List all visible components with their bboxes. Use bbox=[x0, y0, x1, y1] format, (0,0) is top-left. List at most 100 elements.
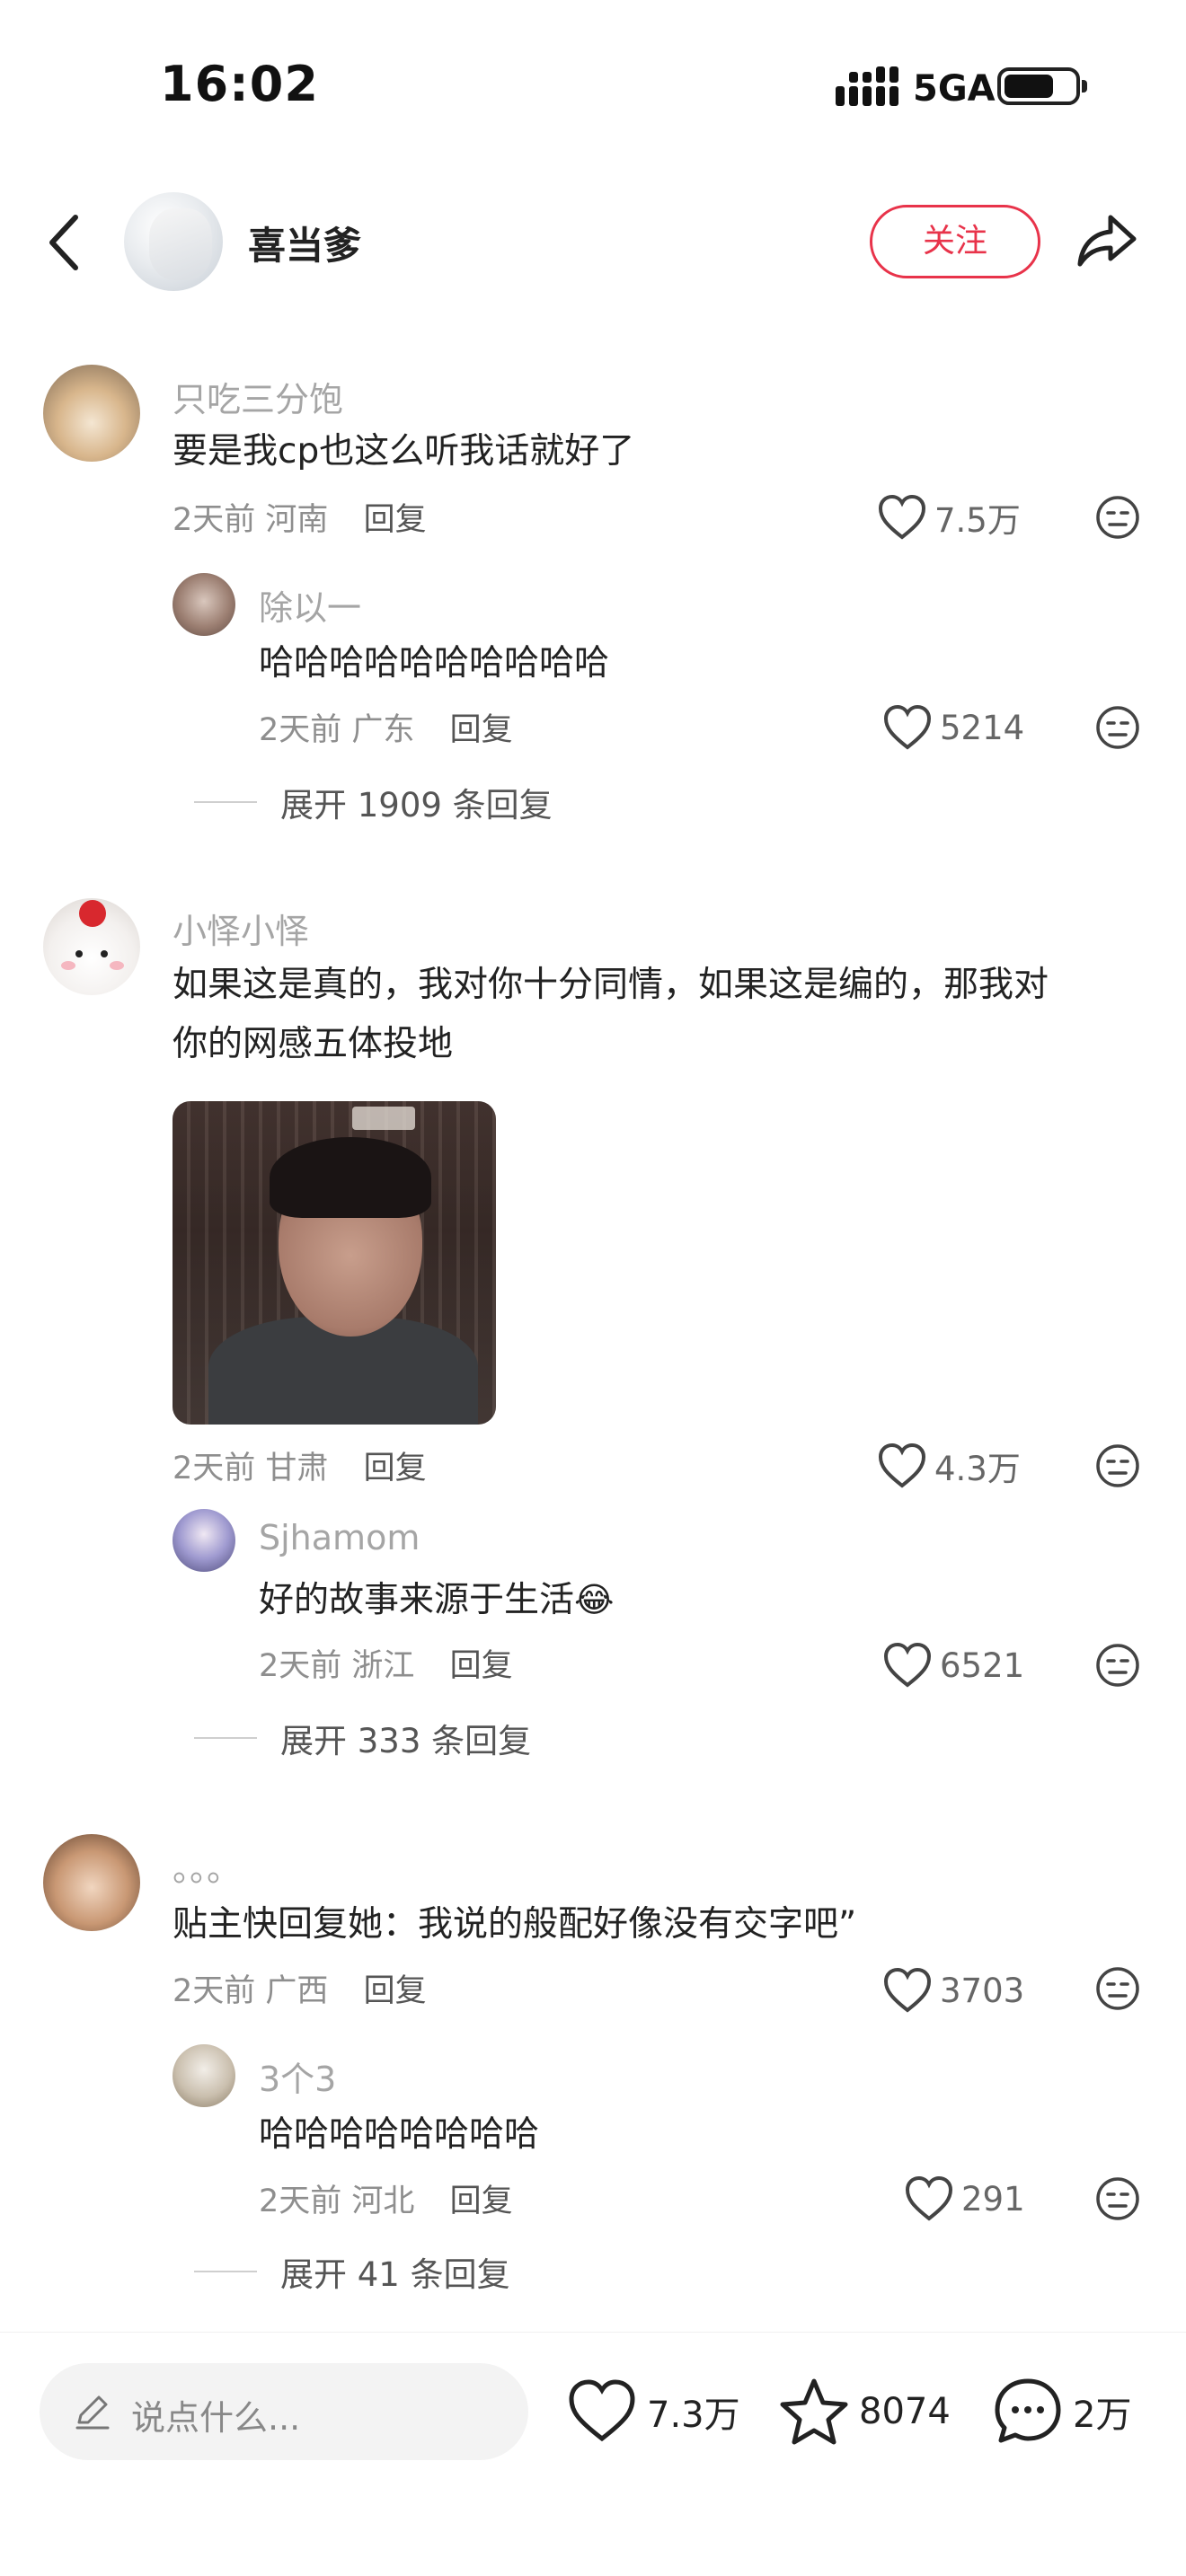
dislike-face-icon[interactable] bbox=[1094, 704, 1141, 751]
reply-text: 好的故事来源于生活 bbox=[259, 1580, 575, 1620]
follow-button[interactable]: 关注 bbox=[870, 205, 1040, 278]
comment-image[interactable] bbox=[173, 1101, 496, 1425]
comment-location: 广西 bbox=[265, 1973, 329, 2009]
reply-username[interactable]: 除以一 bbox=[259, 580, 361, 630]
expand-label: 展开 1909 条回复 bbox=[280, 786, 553, 825]
like-button[interactable]: 4.3万 bbox=[877, 1439, 1021, 1493]
comment-username[interactable]: 只吃三分饱 bbox=[173, 372, 343, 421]
comment-meta: 2天前 广西 回复 bbox=[173, 1965, 427, 2011]
like-post-button[interactable]: 7.3万 bbox=[566, 2374, 740, 2449]
comment-text[interactable]: 要是我cp也这么听我话就好了 bbox=[173, 422, 634, 481]
author-avatar[interactable] bbox=[124, 192, 223, 291]
reply-avatar[interactable] bbox=[173, 2044, 235, 2107]
reply-location: 河北 bbox=[351, 2183, 415, 2219]
reply-time: 2天前 bbox=[259, 712, 342, 748]
status-time: 16:02 bbox=[160, 56, 319, 112]
like-count: 291 bbox=[961, 2179, 1025, 2219]
reply-username[interactable]: Sjhamom bbox=[259, 1518, 420, 1557]
reply-meta: 2天前 广东 回复 bbox=[259, 704, 513, 750]
chat-bubble-icon bbox=[995, 2378, 1061, 2443]
expand-replies-button[interactable]: 展开 333 条回复 bbox=[194, 1714, 531, 1762]
reply-meta: 2天前 河北 回复 bbox=[259, 2175, 513, 2221]
like-count: 6521 bbox=[940, 1645, 1025, 1685]
avatar[interactable] bbox=[43, 365, 140, 462]
reply-meta: 2天前 浙江 回复 bbox=[259, 1640, 513, 1686]
expand-label: 展开 41 条回复 bbox=[280, 2255, 510, 2294]
divider bbox=[194, 801, 257, 803]
status-bar: 16:02 5GA bbox=[0, 0, 1186, 171]
comment-meta: 2天前 河南 回复 bbox=[173, 494, 427, 540]
heart-icon bbox=[878, 1442, 926, 1488]
reply-location: 浙江 bbox=[351, 1648, 415, 1684]
back-arrow-icon[interactable] bbox=[40, 208, 93, 277]
reply-button[interactable]: 回复 bbox=[450, 1648, 513, 1684]
like-count: 5214 bbox=[940, 708, 1025, 747]
like-button[interactable]: 291 bbox=[904, 2172, 1025, 2226]
heart-icon bbox=[883, 704, 932, 750]
comment-time: 2天前 bbox=[173, 1451, 256, 1486]
reply-text-wrap[interactable]: 好的故事来源于生活😂 bbox=[259, 1570, 614, 1630]
reply-button[interactable]: 回复 bbox=[364, 1973, 427, 2009]
battery-icon bbox=[997, 67, 1087, 105]
signal-icon bbox=[836, 66, 898, 106]
expand-replies-button[interactable]: 展开 41 条回复 bbox=[194, 2247, 510, 2296]
divider bbox=[194, 2271, 257, 2272]
like-count: 7.5万 bbox=[934, 501, 1021, 540]
comment-username[interactable]: 小怿小怿 bbox=[173, 904, 309, 953]
network-type: 5GA bbox=[913, 68, 996, 110]
avatar[interactable] bbox=[43, 1834, 140, 1931]
like-button[interactable]: 6521 bbox=[882, 1638, 1024, 1692]
comment-count: 2万 bbox=[1073, 2395, 1132, 2436]
comment-meta: 2天前 甘肃 回复 bbox=[173, 1442, 427, 1488]
heart-icon bbox=[569, 2379, 635, 2442]
comment-text[interactable]: 贴主快回复她：我说的般配好像没有交字吧” bbox=[173, 1895, 856, 1954]
bottom-action-bar: 说点什么... 7.3万 8074 2万 bbox=[0, 2332, 1186, 2576]
dislike-face-icon[interactable] bbox=[1094, 1442, 1141, 1489]
author-name[interactable]: 喜当爹 bbox=[248, 216, 361, 270]
reply-text[interactable]: 哈哈哈哈哈哈哈哈 bbox=[259, 2105, 539, 2165]
favorite-count: 8074 bbox=[859, 2391, 951, 2432]
header: 喜当爹 关注 bbox=[0, 180, 1186, 305]
comment-input[interactable]: 说点什么... bbox=[40, 2363, 528, 2460]
comment-location: 甘肃 bbox=[265, 1451, 329, 1486]
input-placeholder: 说点什么... bbox=[131, 2398, 301, 2438]
comment-location: 河南 bbox=[265, 502, 329, 538]
reply-button[interactable]: 回复 bbox=[364, 1451, 427, 1486]
reply-avatar[interactable] bbox=[173, 1509, 235, 1572]
dislike-face-icon[interactable] bbox=[1094, 1642, 1141, 1689]
reply-button[interactable]: 回复 bbox=[450, 712, 513, 748]
comment-text-line[interactable]: 你的网感五体投地 bbox=[173, 1015, 453, 1074]
dislike-face-icon[interactable] bbox=[1094, 1965, 1141, 2012]
like-button[interactable]: 5214 bbox=[882, 701, 1024, 754]
star-icon bbox=[780, 2378, 848, 2445]
comments-button[interactable]: 2万 bbox=[992, 2374, 1131, 2449]
avatar[interactable] bbox=[43, 898, 140, 995]
reply-time: 2天前 bbox=[259, 1648, 342, 1684]
laugh-cry-emoji: 😂 bbox=[574, 1580, 615, 1619]
comment-time: 2天前 bbox=[173, 502, 256, 538]
comment-time: 2天前 bbox=[173, 1973, 256, 2009]
share-icon[interactable] bbox=[1075, 207, 1141, 273]
expand-replies-button[interactable]: 展开 1909 条回复 bbox=[194, 778, 553, 826]
favorite-button[interactable]: 8074 bbox=[778, 2374, 951, 2449]
dislike-face-icon[interactable] bbox=[1094, 2175, 1141, 2222]
reply-avatar[interactable] bbox=[173, 573, 235, 636]
reply-button[interactable]: 回复 bbox=[450, 2183, 513, 2219]
reply-time: 2天前 bbox=[259, 2183, 342, 2219]
heart-icon bbox=[878, 494, 926, 540]
comment-text-line[interactable]: 如果这是真的，我对你十分同情，如果这是编的，那我对 bbox=[173, 956, 1049, 1015]
like-count: 3703 bbox=[940, 1971, 1025, 2010]
reply-text[interactable]: 哈哈哈哈哈哈哈哈哈哈 bbox=[259, 634, 609, 693]
heart-icon bbox=[883, 1967, 932, 2013]
reply-button[interactable]: 回复 bbox=[364, 502, 427, 538]
heart-icon bbox=[883, 1642, 932, 1688]
divider bbox=[194, 1737, 257, 1739]
heart-icon bbox=[905, 2175, 953, 2221]
like-button[interactable]: 3703 bbox=[882, 1963, 1024, 2017]
comment-username[interactable]: 。。。 bbox=[173, 1841, 241, 1891]
expand-label: 展开 333 条回复 bbox=[280, 1722, 532, 1760]
dislike-face-icon[interactable] bbox=[1094, 494, 1141, 541]
reply-username[interactable]: 3个3 bbox=[259, 2051, 336, 2101]
reply-location: 广东 bbox=[351, 712, 415, 748]
like-button[interactable]: 7.5万 bbox=[877, 490, 1021, 544]
